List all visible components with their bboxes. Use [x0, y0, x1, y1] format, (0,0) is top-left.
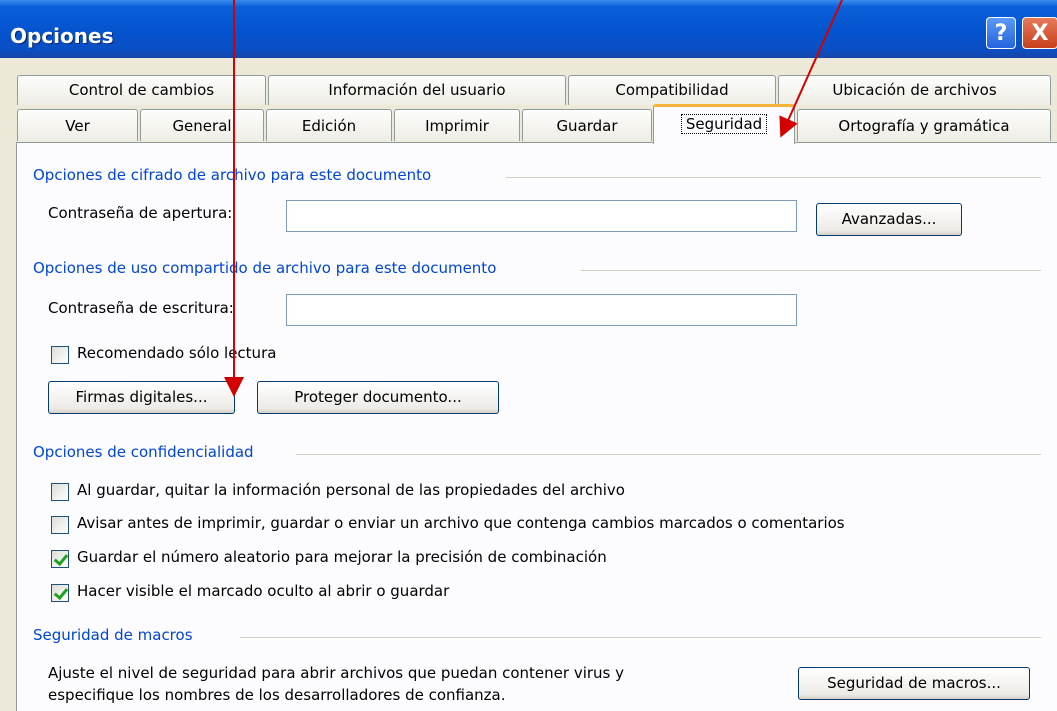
tab-imprimir[interactable]: Imprimir [394, 109, 520, 141]
protect-document-button-label: Proteger documento... [294, 388, 462, 406]
privacy-checkbox-1[interactable] [51, 483, 69, 501]
privacy-checkbox-3[interactable] [51, 550, 69, 568]
tab-label: Control de cambios [69, 81, 214, 99]
tab-ver[interactable]: Ver [17, 109, 138, 141]
tab-label: Guardar [556, 117, 617, 135]
open-password-field[interactable] [286, 200, 797, 232]
macro-security-button-label: Seguridad de macros... [827, 674, 1001, 692]
protect-document-button[interactable]: Proteger documento... [257, 381, 499, 414]
tab-label: Seguridad [681, 114, 767, 134]
section-divider [506, 177, 1041, 178]
tab-compatibilidad[interactable]: Compatibilidad [568, 75, 776, 105]
readonly-checkbox[interactable] [51, 346, 69, 364]
tab-general[interactable]: General [140, 109, 264, 141]
tab-informacion-del-usuario[interactable]: Información del usuario [268, 75, 566, 105]
privacy-option-label-3: Guardar el número aleatorio para mejorar… [77, 548, 607, 566]
digital-signatures-button[interactable]: Firmas digitales... [48, 381, 235, 414]
section-divider [581, 270, 1041, 271]
privacy-option-label-4: Hacer visible el marcado oculto al abrir… [77, 582, 449, 600]
macros-description-line1: Ajuste el nivel de seguridad para abrir … [48, 664, 624, 682]
advanced-button-label: Avanzadas... [842, 210, 937, 228]
open-password-label: Contraseña de apertura: [48, 204, 232, 222]
macros-description-line2: especifique los nombres de los desarroll… [48, 686, 506, 704]
write-password-field[interactable] [286, 294, 797, 326]
privacy-checkbox-2[interactable] [51, 516, 69, 534]
tab-ortografia-y-gramatica[interactable]: Ortografía y gramática [797, 109, 1051, 141]
tab-label: Información del usuario [328, 81, 505, 99]
window-title: Opciones [10, 24, 113, 48]
advanced-button[interactable]: Avanzadas... [816, 203, 962, 236]
tab-guardar[interactable]: Guardar [522, 109, 652, 141]
tab-edicion[interactable]: Edición [266, 109, 392, 141]
privacy-option-label-2: Avisar antes de imprimir, guardar o envi… [77, 514, 845, 532]
tab-label: Ver [65, 117, 90, 135]
readonly-label: Recomendado sólo lectura [77, 344, 276, 362]
tab-label: Imprimir [425, 117, 489, 135]
help-button[interactable]: ? [986, 17, 1016, 49]
privacy-section-title: Opciones de confidencialidad [33, 443, 254, 461]
tab-seguridad[interactable]: Seguridad [653, 104, 795, 144]
tab-label: Ubicación de archivos [832, 81, 996, 99]
write-password-label: Contraseña de escritura: [48, 299, 234, 317]
privacy-option-label-1: Al guardar, quitar la información person… [77, 481, 625, 499]
close-button[interactable]: X [1022, 17, 1057, 49]
privacy-checkbox-4[interactable] [51, 584, 69, 602]
tab-label: Edición [302, 117, 356, 135]
close-icon: X [1032, 21, 1049, 46]
tab-ubicacion-de-archivos[interactable]: Ubicación de archivos [778, 75, 1051, 105]
tab-control-de-cambios[interactable]: Control de cambios [17, 75, 266, 105]
tab-label: Ortografía y gramática [838, 117, 1009, 135]
title-bar: Opciones ? X [0, 0, 1057, 58]
section-divider [240, 637, 1041, 638]
tab-label: General [172, 117, 231, 135]
macro-security-button[interactable]: Seguridad de macros... [798, 667, 1030, 700]
section-divider [296, 454, 1041, 455]
tab-label: Compatibilidad [615, 81, 728, 99]
sharing-section-title: Opciones de uso compartido de archivo pa… [33, 259, 496, 277]
digital-signatures-button-label: Firmas digitales... [76, 388, 208, 406]
macros-section-title: Seguridad de macros [33, 626, 193, 644]
help-icon: ? [995, 21, 1008, 46]
encryption-section-title: Opciones de cifrado de archivo para este… [33, 166, 431, 184]
